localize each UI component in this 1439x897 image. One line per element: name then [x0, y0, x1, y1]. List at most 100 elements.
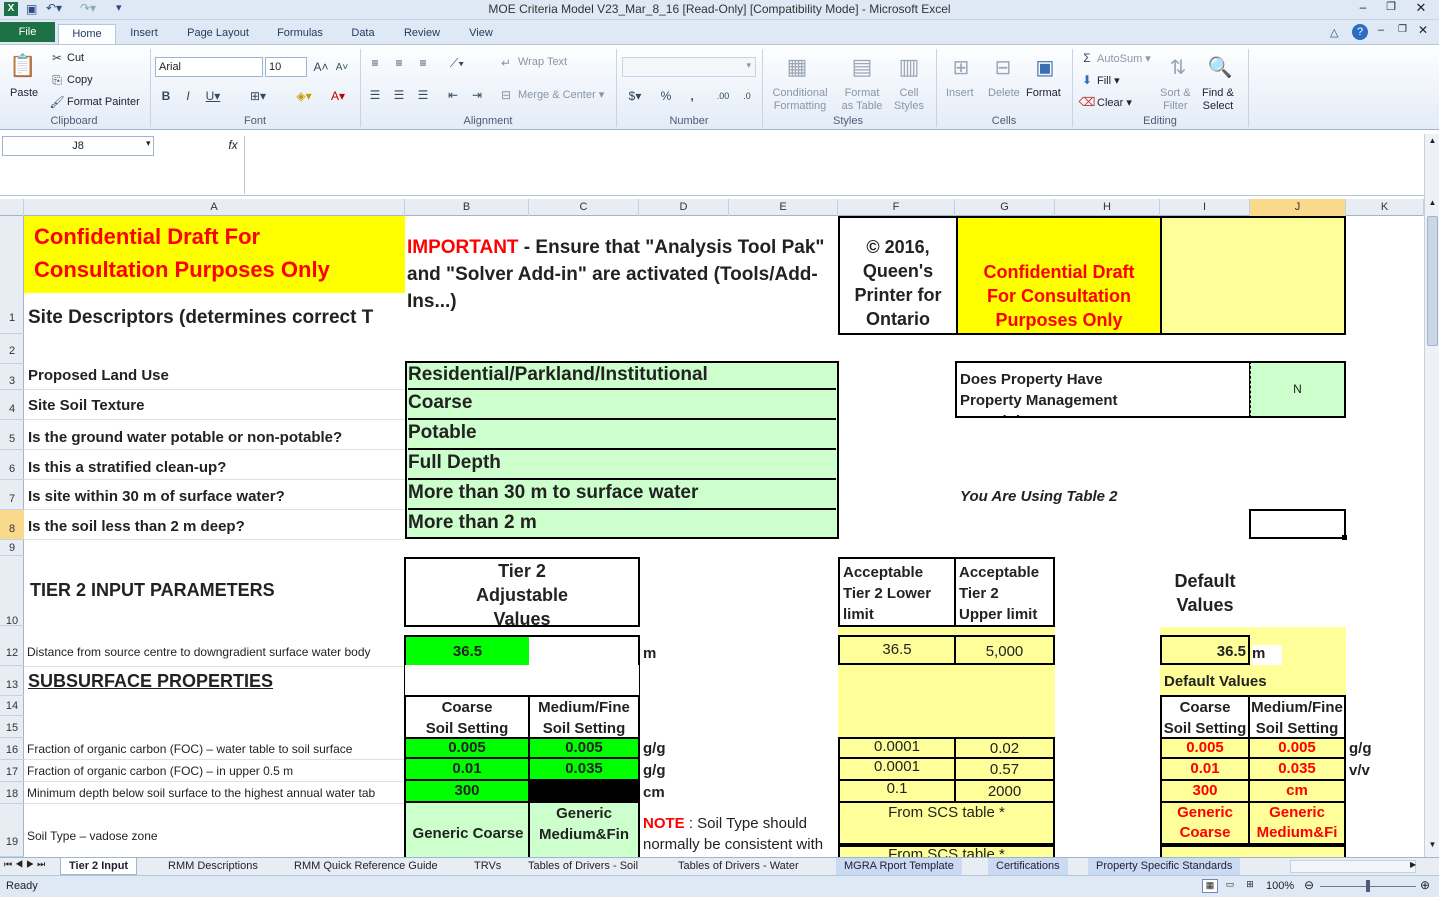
cell-i16[interactable]: 0.005 — [1160, 737, 1250, 759]
cell-c14[interactable]: Medium/Fine Soil Setting — [528, 695, 640, 739]
restore-icon[interactable]: ❐ — [1378, 0, 1404, 18]
cell-a19[interactable]: Soil Type – vadose zone — [24, 827, 405, 847]
cell-b6[interactable]: Full Depth — [408, 452, 836, 480]
cell-b5[interactable]: Potable — [408, 422, 836, 450]
cell-b18[interactable]: 300 — [404, 781, 530, 803]
cell-f20[interactable]: From SCS table * — [838, 845, 1055, 857]
cell-b4[interactable]: Coarse — [408, 392, 836, 420]
orientation-icon[interactable]: ⟋▾ — [444, 55, 470, 71]
page-layout-view-icon[interactable]: ▭ — [1222, 879, 1238, 893]
row-header-17[interactable]: 17 — [0, 760, 24, 782]
cell-f17[interactable]: 0.0001 — [838, 759, 956, 781]
scroll-up-icon[interactable]: ▲ — [1427, 136, 1438, 150]
cell-b3[interactable]: Residential/Parkland/Institutional — [408, 364, 836, 390]
underline-icon[interactable]: U▾ — [204, 87, 222, 105]
cell-j18[interactable]: cm — [1248, 781, 1346, 803]
sort-filter-button[interactable]: Sort & Filter — [1160, 87, 1191, 113]
normal-view-icon[interactable]: ▦ — [1202, 879, 1218, 893]
column-header-i[interactable]: I — [1160, 199, 1250, 216]
tab-data[interactable]: Data — [340, 24, 386, 44]
align-center-icon[interactable]: ☰ — [390, 87, 408, 103]
row-header-12[interactable]: 12 — [0, 626, 24, 666]
column-header-k[interactable]: K — [1346, 199, 1424, 216]
clear-button[interactable]: Clear ▾ — [1097, 96, 1132, 109]
cell-g16[interactable]: 0.02 — [954, 737, 1055, 759]
tab-home[interactable]: Home — [58, 24, 116, 45]
increase-indent-icon[interactable]: ⇥ — [468, 87, 486, 103]
italic-icon[interactable]: I — [180, 87, 196, 105]
cell-f16[interactable]: 0.0001 — [838, 737, 956, 759]
cell-b12[interactable]: 36.5 — [406, 637, 529, 665]
cell-c17[interactable]: 0.035 — [528, 759, 640, 781]
format-as-table-icon[interactable]: ▤ — [846, 51, 878, 83]
align-left-icon[interactable]: ☰ — [366, 87, 384, 103]
grow-font-icon[interactable]: A˄ — [312, 59, 330, 75]
decrease-indent-icon[interactable]: ⇤ — [444, 87, 462, 103]
align-right-icon[interactable]: ☰ — [414, 87, 432, 103]
row-header-3[interactable]: 3 — [0, 364, 24, 390]
tab-scroll-buttons[interactable]: ⏮◀▶⏭ — [4, 859, 48, 870]
close-icon[interactable]: ✕ — [1406, 0, 1436, 18]
scroll-down-icon[interactable]: ▼ — [1427, 840, 1438, 854]
cell-a8[interactable]: Is the soil less than 2 m deep? — [24, 510, 405, 540]
row-header-2[interactable]: 2 — [0, 334, 24, 364]
format-as-table-button[interactable]: Format as Table — [836, 87, 888, 113]
copy-button[interactable]: Copy — [67, 74, 93, 86]
sheet-tab-rmm-quick-reference[interactable]: RMM Quick Reference Guide — [286, 858, 446, 875]
sheet-tab-drivers-water[interactable]: Tables of Drivers - Water — [670, 858, 807, 875]
split-scroll-up-icon[interactable]: ▲ — [1427, 198, 1438, 212]
insert-function-icon[interactable]: fx — [222, 136, 244, 156]
column-header-e[interactable]: E — [729, 199, 838, 216]
font-name-select[interactable]: Arial — [155, 57, 263, 77]
horizontal-scrollbar[interactable] — [1290, 860, 1416, 873]
row-header-18[interactable]: 18 — [0, 782, 24, 804]
tab-insert[interactable]: Insert — [120, 24, 168, 44]
conditional-formatting-button[interactable]: Conditional Formatting — [768, 87, 832, 113]
row-header-15[interactable]: 15 — [0, 716, 24, 738]
cell-i13[interactable]: Default Values — [1162, 673, 1346, 693]
fill-button[interactable]: Fill ▾ — [1097, 74, 1120, 87]
workbook-restore-icon[interactable]: ❐ — [1398, 24, 1407, 35]
cell-g1-confidential[interactable]: Confidential Draft For Consultation Purp… — [956, 216, 1162, 335]
row-header-10[interactable]: 10 — [0, 556, 24, 627]
cell-a1-site-descriptors[interactable]: Site Descriptors (determines correct T — [28, 307, 404, 333]
paste-button[interactable]: Paste — [10, 87, 38, 99]
cell-d17[interactable]: g/g — [643, 762, 683, 782]
clear-icon[interactable]: ⌫ — [1079, 95, 1096, 109]
number-format-select[interactable]: ▾ — [622, 57, 756, 77]
cell-f12[interactable]: 36.5 — [838, 635, 956, 665]
sheet-tab-tier-2-input[interactable]: Tier 2 Input — [60, 858, 138, 875]
cell-a17[interactable]: Fraction of organic carbon (FOC) – in up… — [24, 762, 405, 782]
increase-decimal-icon[interactable]: .00 — [712, 87, 734, 105]
row-header-5[interactable]: 5 — [0, 420, 24, 450]
worksheet-grid[interactable]: A B C D E F G H I J K 1 2 3 4 5 6 7 8 9 … — [0, 199, 1424, 857]
cell-g7[interactable]: You Are Using Table 2 — [960, 488, 1210, 508]
cell-d19-note[interactable]: NOTE : Soil Type should normally be cons… — [643, 813, 835, 857]
cell-i12[interactable]: 36.5 — [1160, 635, 1250, 665]
cell-a1-confidential-banner[interactable]: Confidential Draft For Consultation Purp… — [24, 216, 405, 293]
cell-g18[interactable]: 2000 — [954, 781, 1055, 803]
column-header-b[interactable]: B — [405, 199, 529, 216]
cell-a5[interactable]: Is the ground water potable or non-potab… — [24, 420, 405, 450]
copy-icon[interactable]: ⎘ — [50, 73, 64, 87]
cell-a4[interactable]: Site Soil Texture — [24, 390, 405, 420]
cell-b7[interactable]: More than 30 m to surface water — [408, 482, 836, 510]
autosum-icon[interactable]: Σ — [1080, 51, 1094, 65]
cell-f10[interactable]: Acceptable Tier 2 Lower limit — [838, 557, 956, 627]
column-header-g[interactable]: G — [955, 199, 1055, 216]
cell-j19[interactable]: Generic Medium&Fi — [1248, 803, 1346, 845]
zoom-in-icon[interactable]: ⊕ — [1420, 878, 1430, 892]
cell-g3-property-management[interactable]: Does Property Have Property Management O… — [955, 361, 1251, 418]
accounting-format-icon[interactable]: $▾ — [624, 87, 646, 105]
cell-i17[interactable]: 0.01 — [1160, 759, 1250, 781]
cell-a16[interactable]: Fraction of organic carbon (FOC) – water… — [24, 740, 405, 760]
cell-j12[interactable]: m — [1252, 645, 1282, 665]
cell-f1-copyright[interactable]: © 2016, Queen's Printer for Ontario — [838, 216, 958, 335]
fill-icon[interactable]: ⬇ — [1080, 73, 1094, 87]
cut-icon[interactable]: ✂ — [50, 51, 64, 65]
insert-cells-icon[interactable]: ⊞ — [946, 51, 976, 83]
fill-handle[interactable] — [1342, 535, 1347, 540]
cell-j14[interactable]: Medium/Fine Soil Setting — [1248, 695, 1346, 739]
tab-review[interactable]: Review — [394, 24, 450, 44]
cell-c16[interactable]: 0.005 — [528, 737, 640, 759]
